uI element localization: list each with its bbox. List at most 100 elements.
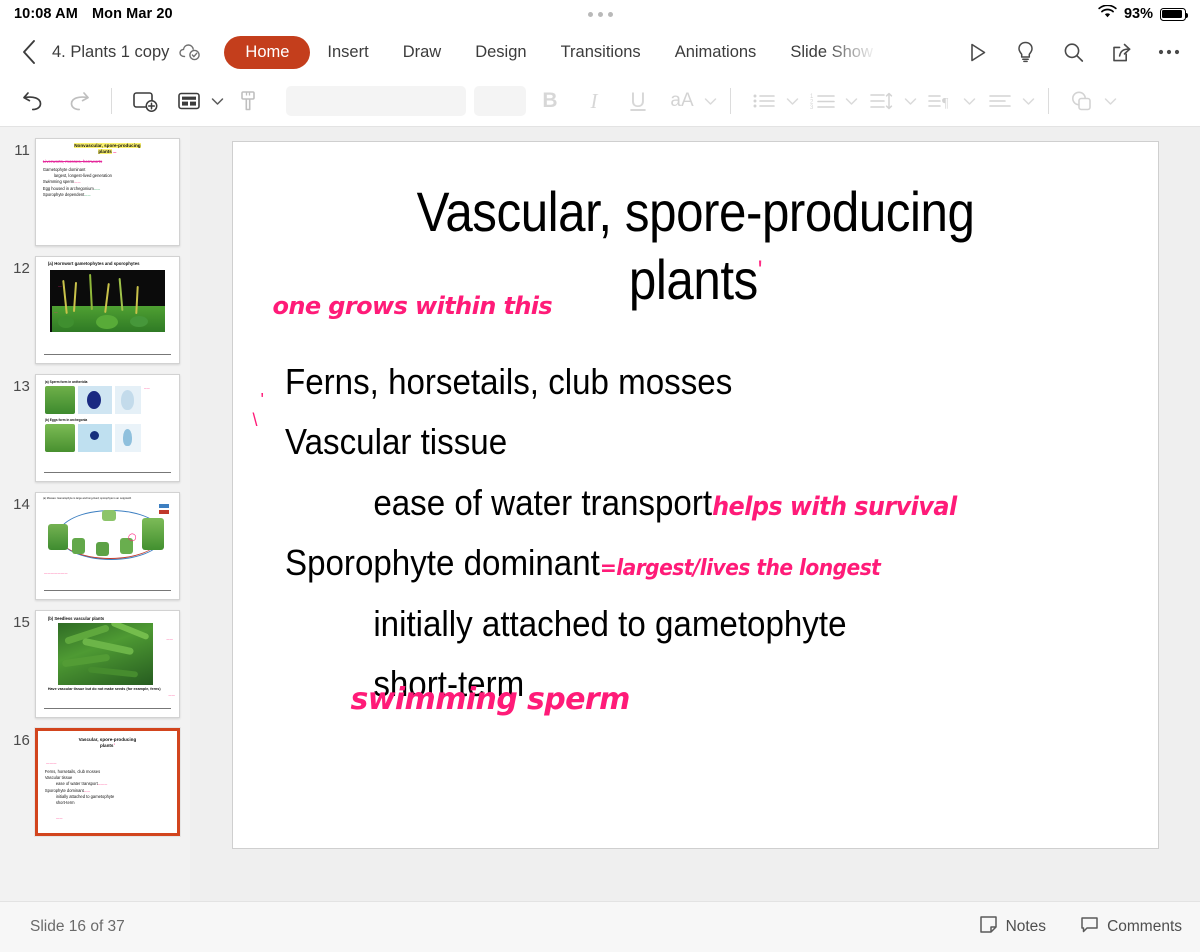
status-bar-left: 10:08 AM Mon Mar 20 bbox=[14, 6, 173, 22]
dynamic-island-dots bbox=[0, 0, 1200, 28]
thumbnail-slide-14[interactable]: (a) Mosses: Gametophyte is large and lon… bbox=[34, 492, 180, 600]
font-format-label: aA bbox=[670, 90, 694, 111]
notes-button[interactable]: Notes bbox=[979, 915, 1046, 939]
bold-button[interactable]: B bbox=[530, 83, 570, 119]
numbered-list-icon: 1 2 3 bbox=[803, 83, 843, 119]
annotation-largest-lives-longest: =largest/lives the longest bbox=[599, 556, 880, 582]
search-icon[interactable] bbox=[1058, 37, 1088, 67]
header-action-icons bbox=[962, 37, 1188, 67]
chevron-down-icon bbox=[904, 97, 917, 106]
text-direction-button[interactable]: ¶ bbox=[921, 83, 976, 119]
slide-thumbnail-panel[interactable]: 11 Nonvascular, spore-producing plants —… bbox=[0, 127, 190, 901]
document-title[interactable]: 4. Plants 1 copy bbox=[52, 43, 169, 62]
powerpoint-app-window: 10:08 AM Mon Mar 20 93% 4. Plants 1 copy… bbox=[0, 0, 1200, 952]
bullet-initially-attached: initially attached to gametophyte bbox=[372, 602, 847, 644]
thumb-caption-a: (a) Sperm form in antheridia bbox=[44, 380, 88, 384]
thumbnail-slide-16[interactable]: Vascular, spore-producing plants' ——— Fer… bbox=[34, 728, 180, 836]
thumbnail-item[interactable]: 14 (a) Mosses: Gametophyte is large and … bbox=[0, 487, 190, 605]
comments-button[interactable]: Comments bbox=[1080, 915, 1182, 939]
bold-label: B bbox=[542, 89, 558, 112]
underline-button[interactable]: U bbox=[618, 83, 658, 119]
slide-title-line2: plants bbox=[628, 248, 758, 312]
more-options-icon[interactable] bbox=[1154, 37, 1184, 67]
tab-draw[interactable]: Draw bbox=[386, 36, 459, 69]
thumbnail-slide-13[interactable]: (a) Sperm form in antheridia —— (b) Eggs… bbox=[34, 374, 180, 482]
tab-transitions[interactable]: Transitions bbox=[544, 36, 658, 69]
thumbnail-number: 15 bbox=[13, 614, 30, 631]
font-size-input[interactable] bbox=[474, 86, 526, 116]
ink-tick-mark: ' bbox=[757, 254, 762, 286]
layout-icon bbox=[169, 83, 209, 119]
ink-mark-small: \ bbox=[252, 410, 258, 430]
thumb-caption: (b) Seedless vascular plants bbox=[47, 616, 105, 621]
battery-percent: 93% bbox=[1123, 6, 1153, 22]
undo-button[interactable] bbox=[14, 83, 54, 119]
lightbulb-icon[interactable] bbox=[1010, 37, 1040, 67]
font-name-input[interactable] bbox=[286, 86, 466, 116]
tab-design[interactable]: Design bbox=[458, 36, 543, 69]
tab-home[interactable]: Home bbox=[224, 35, 311, 69]
slide-body[interactable]: Ferns, horsetails, club mosses Vascular … bbox=[285, 352, 1138, 715]
life-cycle-diagram: ○ bbox=[44, 502, 171, 570]
underline-label: U bbox=[630, 89, 646, 112]
thumb-footer bbox=[43, 354, 171, 359]
thumb-caption: (a) Hornwort gametophytes and sporophyte… bbox=[47, 261, 140, 266]
annotation-swimming-sperm: swimming sperm bbox=[350, 682, 631, 717]
numbering-button[interactable]: 1 2 3 bbox=[803, 83, 858, 119]
font-format-button[interactable]: aA bbox=[662, 83, 717, 119]
bullet-list-icon bbox=[744, 83, 784, 119]
tab-insert[interactable]: Insert bbox=[310, 36, 385, 69]
bullet-sporophyte-dominant: Sporophyte dominant=largest/lives the lo… bbox=[284, 542, 881, 584]
italic-label: I bbox=[590, 88, 598, 113]
thumb-caption: (a) Mosses: Gametophyte is large and lon… bbox=[42, 497, 132, 500]
ios-status-bar: 10:08 AM Mon Mar 20 93% bbox=[0, 0, 1200, 28]
fern-photo bbox=[57, 623, 153, 685]
line-spacing-button[interactable] bbox=[862, 83, 917, 119]
thumb-footer bbox=[43, 590, 171, 595]
chevron-down-icon bbox=[1104, 97, 1117, 106]
layout-button[interactable] bbox=[169, 83, 224, 119]
dot-icon bbox=[587, 11, 593, 17]
figure-row-b bbox=[36, 422, 179, 452]
thumbnail-item[interactable]: 13 (a) Sperm form in antheridia —— (b) E… bbox=[0, 369, 190, 487]
thumbnail-item[interactable]: 15 (b) Seedless vascular plants Have vas… bbox=[0, 605, 190, 723]
bullets-button[interactable] bbox=[744, 83, 799, 119]
back-button[interactable] bbox=[12, 35, 46, 69]
slide-editing-area[interactable]: Vascular, spore-producing plants' one gr… bbox=[190, 127, 1200, 901]
align-button[interactable] bbox=[980, 83, 1035, 119]
chevron-down-icon bbox=[704, 97, 717, 106]
shapes-button[interactable] bbox=[1062, 83, 1117, 119]
thumb-title-line2: plants bbox=[98, 149, 112, 155]
tab-animations[interactable]: Animations bbox=[658, 36, 774, 69]
thumbnail-slide-15[interactable]: (b) Seedless vascular plants Have vascul… bbox=[34, 610, 180, 718]
shapes-icon bbox=[1062, 83, 1102, 119]
formatting-toolbar: B I U aA 1 2 3 ¶ bbox=[0, 76, 1200, 127]
new-slide-button[interactable] bbox=[125, 83, 165, 119]
thumbnail-item[interactable]: 12 (a) Hornwort gametophytes and sporoph… bbox=[0, 251, 190, 369]
thumbnail-number: 16 bbox=[13, 732, 30, 749]
thumbnail-slide-12[interactable]: (a) Hornwort gametophytes and sporophyte… bbox=[34, 256, 180, 364]
cloud-check-icon[interactable] bbox=[178, 42, 202, 62]
current-slide[interactable]: Vascular, spore-producing plants' one gr… bbox=[231, 141, 1159, 849]
share-icon[interactable] bbox=[1106, 37, 1136, 67]
italic-button[interactable]: I bbox=[574, 83, 614, 119]
play-icon[interactable] bbox=[962, 37, 992, 67]
thumbnail-item[interactable]: 11 Nonvascular, spore-producing plants —… bbox=[0, 133, 190, 251]
battery-icon bbox=[1160, 7, 1189, 21]
thumb-footer bbox=[43, 708, 171, 713]
bullet-ferns: Ferns, horsetails, club mosses bbox=[284, 361, 732, 402]
hornwort-photo: — — bbox=[49, 269, 165, 332]
dot-icon bbox=[607, 11, 613, 17]
thumb-footer bbox=[43, 472, 171, 477]
tab-slide-show[interactable]: Slide Show bbox=[773, 36, 890, 69]
format-painter-button[interactable] bbox=[228, 83, 268, 119]
status-bar-right: 93% bbox=[1098, 4, 1189, 23]
comments-label: Comments bbox=[1107, 918, 1182, 935]
thumb-annotation: ——————— bbox=[43, 571, 68, 575]
slide-counter: Slide 16 of 37 bbox=[30, 918, 125, 935]
thumbnail-slide-11[interactable]: Nonvascular, spore-producing plants — Li… bbox=[34, 138, 180, 246]
redo-button[interactable] bbox=[58, 83, 98, 119]
toolbar-divider bbox=[111, 88, 112, 114]
footer-actions: Notes Comments bbox=[979, 915, 1182, 939]
thumbnail-item-selected[interactable]: 16 Vascular, spore-producing plants' ——— … bbox=[0, 723, 190, 841]
